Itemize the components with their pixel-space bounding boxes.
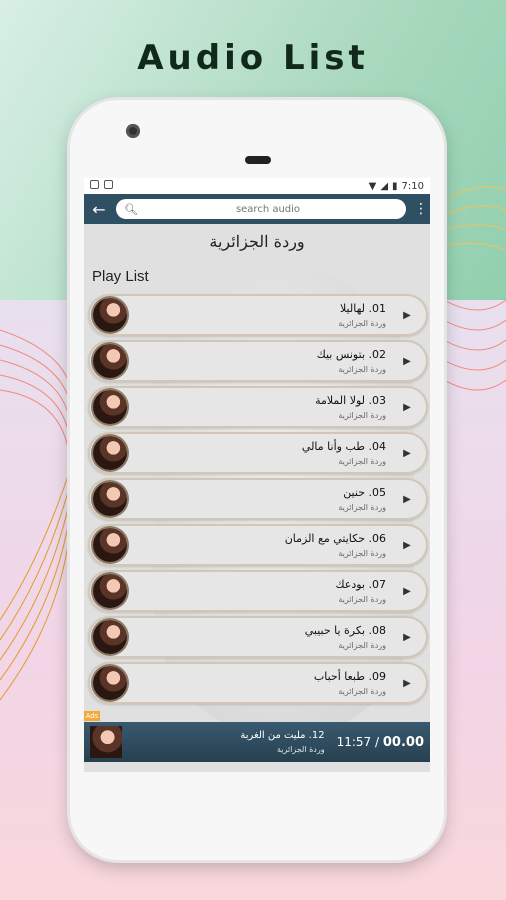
track-item[interactable]: 07. بودعك وردة الجزائرية ▶	[88, 570, 428, 612]
track-artist: وردة الجزائرية	[338, 457, 386, 466]
play-icon[interactable]: ▶	[396, 632, 418, 643]
track-artist: وردة الجزائرية	[338, 595, 386, 604]
home-button[interactable]	[237, 800, 277, 840]
app-screen: ▼ ◢ ▮ 7:10 ← 🔍︎ ⋮ وردة الجزائرية Play Li…	[84, 178, 430, 772]
track-artist: وردة الجزائرية	[338, 549, 386, 558]
status-bar: ▼ ◢ ▮ 7:10	[84, 178, 430, 194]
overflow-menu-icon[interactable]: ⋮	[414, 201, 428, 217]
play-icon[interactable]: ▶	[396, 540, 418, 551]
artist-title: وردة الجزائرية	[209, 232, 305, 251]
playlist: 01. لهاليلا وردة الجزائرية ▶ 02. بتونس ب…	[84, 294, 430, 704]
ads-badge: Ads	[84, 711, 100, 721]
track-artist: وردة الجزائرية	[338, 687, 386, 696]
track-title: 09. طبعا أحباب	[313, 670, 386, 683]
back-arrow-icon[interactable]: ←	[90, 200, 108, 219]
track-artist: وردة الجزائرية	[338, 365, 386, 374]
track-artist: وردة الجزائرية	[338, 411, 386, 420]
play-icon[interactable]: ▶	[396, 310, 418, 321]
playback-time: 11:57 / 00.00	[337, 735, 424, 750]
track-item[interactable]: 09. طبعا أحباب وردة الجزائرية ▶	[88, 662, 428, 704]
track-item[interactable]: 02. بتونس بيك وردة الجزائرية ▶	[88, 340, 428, 382]
track-artist: وردة الجزائرية	[338, 641, 386, 650]
track-item[interactable]: 03. لولا الملامة وردة الجزائرية ▶	[88, 386, 428, 428]
notification-icon	[104, 180, 113, 189]
track-title: 03. لولا الملامة	[315, 394, 386, 407]
search-input[interactable]	[138, 202, 398, 216]
wifi-icon: ▼	[368, 180, 377, 192]
track-title: 04. طب وأنا مالي	[301, 440, 386, 453]
track-thumbnail	[93, 482, 127, 516]
now-playing-title: 12. مليت من الغربة	[240, 730, 325, 741]
track-thumbnail	[93, 390, 127, 424]
signal-icon: ◢	[380, 180, 389, 192]
track-title: 06. حكايتي مع الزمان	[284, 532, 386, 545]
track-item[interactable]: 01. لهاليلا وردة الجزائرية ▶	[88, 294, 428, 336]
track-thumbnail	[93, 620, 127, 654]
search-box[interactable]: 🔍︎	[116, 199, 406, 219]
notification-icon	[90, 180, 99, 189]
speaker-grille	[245, 156, 271, 164]
track-title: 07. بودعك	[335, 578, 386, 591]
track-thumbnail	[93, 528, 127, 562]
track-item[interactable]: 08. بكرة يا حبيبي وردة الجزائرية ▶	[88, 616, 428, 658]
track-title: 01. لهاليلا	[339, 302, 386, 315]
track-thumbnail	[93, 436, 127, 470]
track-thumbnail	[93, 574, 127, 608]
play-icon[interactable]: ▶	[396, 586, 418, 597]
play-icon[interactable]: ▶	[396, 402, 418, 413]
now-playing-bar[interactable]: 12. مليت من الغربة وردة الجزائرية 11:57 …	[84, 722, 430, 762]
track-title: 05. حنين	[343, 486, 386, 499]
track-thumbnail	[93, 298, 127, 332]
track-artist: وردة الجزائرية	[338, 503, 386, 512]
status-time: 7:10	[401, 180, 424, 192]
track-item[interactable]: 04. طب وأنا مالي وردة الجزائرية ▶	[88, 432, 428, 474]
toolbar: ← 🔍︎ ⋮	[84, 194, 430, 224]
track-thumbnail	[93, 344, 127, 378]
search-icon: 🔍︎	[124, 202, 138, 216]
track-artist: وردة الجزائرية	[338, 319, 386, 328]
track-title: 02. بتونس بيك	[316, 348, 386, 361]
camera-icon	[126, 124, 140, 138]
play-icon[interactable]: ▶	[396, 494, 418, 505]
duration: 11:57	[336, 734, 372, 749]
track-thumbnail	[93, 666, 127, 700]
phone-frame: ▼ ◢ ▮ 7:10 ← 🔍︎ ⋮ وردة الجزائرية Play Li…	[70, 100, 444, 860]
track-title: 08. بكرة يا حبيبي	[304, 624, 386, 637]
now-playing-thumbnail	[90, 726, 122, 758]
battery-icon: ▮	[392, 180, 398, 192]
play-icon[interactable]: ▶	[396, 356, 418, 367]
play-icon[interactable]: ▶	[396, 448, 418, 459]
elapsed-time: 00.00	[382, 734, 424, 750]
track-item[interactable]: 06. حكايتي مع الزمان وردة الجزائرية ▶	[88, 524, 428, 566]
headline: Audio List	[137, 38, 369, 78]
play-icon[interactable]: ▶	[396, 678, 418, 689]
time-separator: /	[375, 734, 380, 749]
track-item[interactable]: 05. حنين وردة الجزائرية ▶	[88, 478, 428, 520]
now-playing-artist: وردة الجزائرية	[276, 745, 325, 754]
